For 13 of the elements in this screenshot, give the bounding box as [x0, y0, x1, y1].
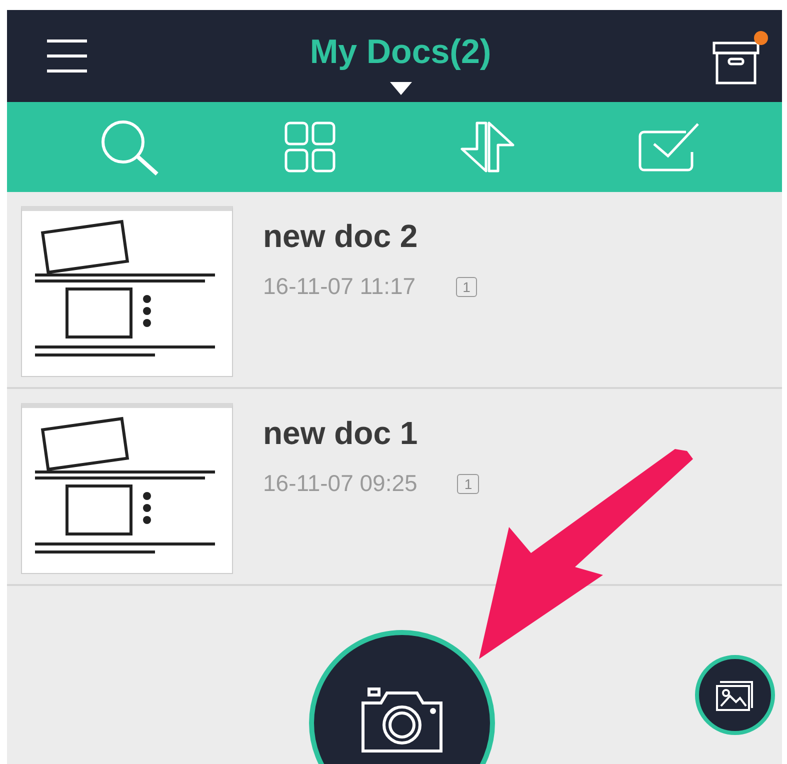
menu-icon[interactable]: [45, 38, 89, 74]
document-date: 16-11-07 11:17: [263, 273, 416, 300]
camera-icon: [359, 685, 445, 755]
document-date: 16-11-07 09:25: [263, 470, 418, 497]
checkbox-checked-icon[interactable]: [638, 122, 700, 172]
page-count: 1: [456, 276, 478, 296]
document-name: new doc 2: [263, 218, 419, 255]
image-gallery-icon: [715, 678, 755, 712]
document-name: new doc 1: [263, 415, 419, 452]
document-row[interactable]: new doc 2 16-11-07 11:17 1: [7, 192, 782, 389]
screen-title[interactable]: My Docs(2): [310, 33, 492, 72]
dropdown-caret-icon[interactable]: [390, 82, 412, 95]
page-count: 1: [457, 474, 480, 494]
